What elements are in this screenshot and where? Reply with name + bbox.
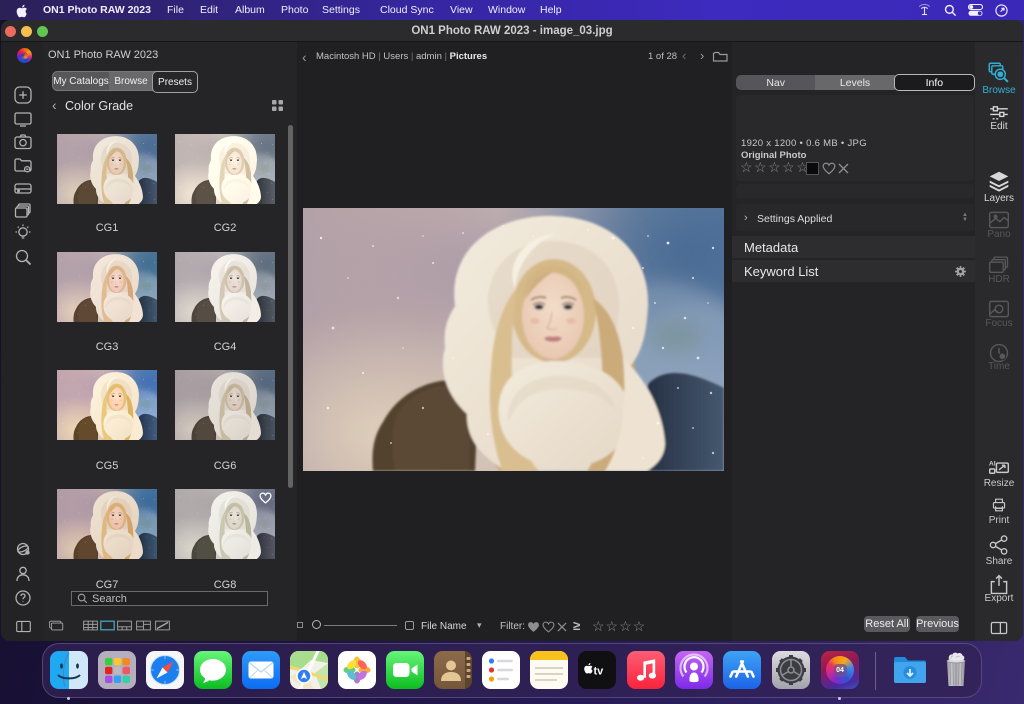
svg-text:tv: tv [594, 666, 605, 678]
svg-text:AI: AI [989, 461, 996, 468]
